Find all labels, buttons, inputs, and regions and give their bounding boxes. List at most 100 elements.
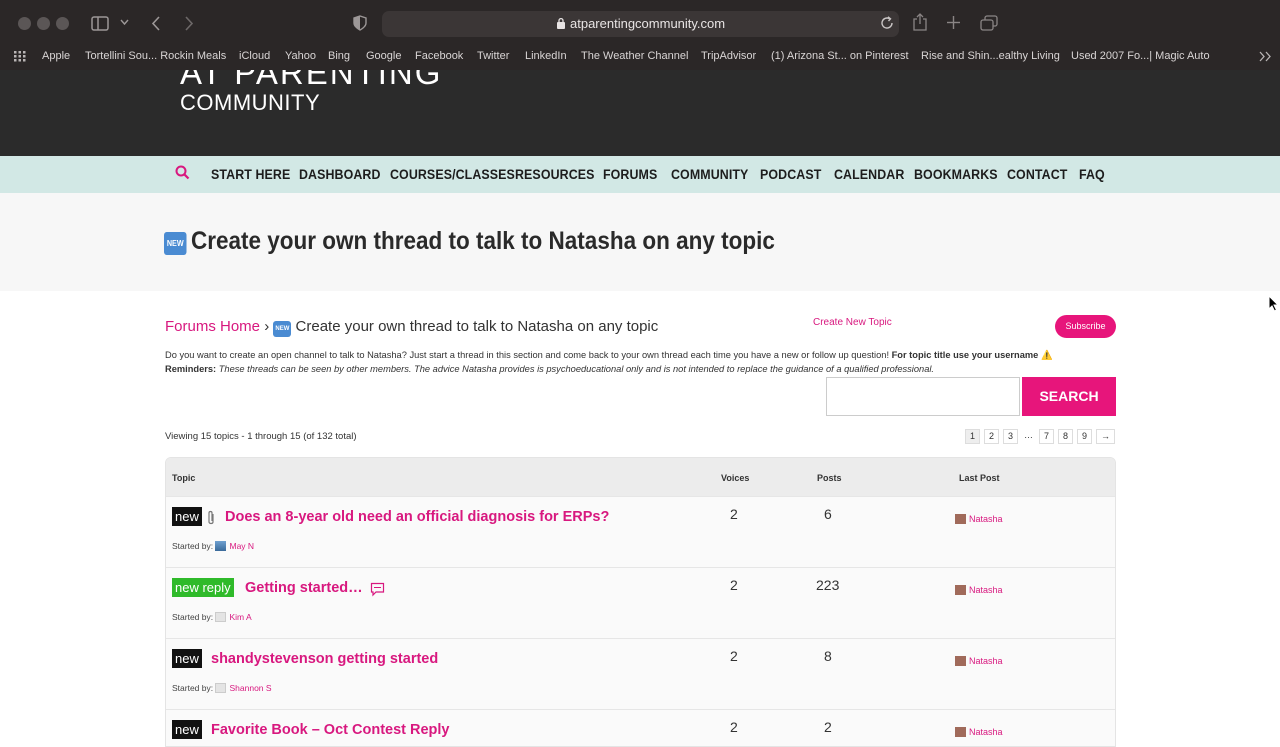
- avatar: [215, 683, 227, 693]
- back-arrow-icon[interactable]: [151, 16, 161, 31]
- page-7[interactable]: 7: [1039, 429, 1054, 444]
- site-logo-bottom[interactable]: COMMUNITY: [180, 90, 320, 116]
- share-icon[interactable]: [912, 13, 928, 31]
- breadcrumb-separator: ›: [264, 318, 270, 335]
- minimize-window-button[interactable]: [37, 17, 50, 30]
- bookmark-yahoo[interactable]: Yahoo: [285, 50, 316, 62]
- started-by: Started by: Kim A: [172, 612, 252, 622]
- header-voices: Voices: [721, 473, 750, 483]
- site-header: AT PARENTING COMMUNITY: [0, 70, 1280, 156]
- bookmark-icloud[interactable]: iCloud: [239, 50, 270, 62]
- page-9[interactable]: 9: [1077, 429, 1092, 444]
- zoom-window-button[interactable]: [56, 17, 69, 30]
- table-row[interactable]: new reply Getting started… Started by: K…: [166, 567, 1115, 638]
- nav-community[interactable]: COMMUNITY: [671, 167, 748, 182]
- breadcrumb-current: Create your own thread to talk to Natash…: [295, 318, 659, 335]
- new-badge: new: [172, 649, 202, 668]
- reload-icon[interactable]: [880, 16, 894, 30]
- posts-count: 223: [816, 577, 840, 593]
- topic-title-link[interactable]: Does an 8-year old need an official diag…: [225, 509, 609, 525]
- avatar: [215, 541, 227, 551]
- nav-resources[interactable]: RESOURCES: [515, 167, 595, 182]
- page-2[interactable]: 2: [984, 429, 999, 444]
- search-button[interactable]: SEARCH: [1022, 377, 1116, 416]
- nav-courses-classes[interactable]: COURSES/CLASSES: [390, 167, 515, 182]
- sidebar-icon[interactable]: [91, 16, 109, 31]
- bookmark-tortellini[interactable]: Tortellini Sou... Rockin Meals: [85, 50, 226, 62]
- topic-title-link[interactable]: shandystevenson getting started: [211, 651, 438, 667]
- table-header: Topic Voices Posts Last Post: [166, 458, 1115, 496]
- forward-arrow-icon[interactable]: [184, 16, 194, 31]
- table-row[interactable]: new shandystevenson getting started Star…: [166, 638, 1115, 709]
- nav-start-here[interactable]: START HERE: [211, 167, 290, 182]
- more-bookmarks-icon[interactable]: [1259, 51, 1272, 62]
- warning-icon: ⚠️: [1040, 350, 1053, 360]
- last-post-author-link[interactable]: Natasha: [969, 514, 1003, 524]
- last-post: Natasha: [955, 585, 1003, 595]
- description-bold: For topic title use your username: [891, 350, 1039, 360]
- create-new-topic-link[interactable]: Create New Topic: [813, 317, 892, 328]
- apps-grid-icon[interactable]: [14, 51, 26, 62]
- nav-contact[interactable]: CONTACT: [1007, 167, 1067, 182]
- bookmark-apple[interactable]: Apple: [42, 50, 70, 62]
- bookmark-healthy-living[interactable]: Rise and Shin...ealthy Living: [921, 50, 1060, 62]
- voices-count: 2: [730, 577, 738, 593]
- search-icon[interactable]: [175, 165, 190, 180]
- bookmark-twitter[interactable]: Twitter: [477, 50, 509, 62]
- tab-overview-icon[interactable]: [980, 15, 998, 31]
- paperclip-icon: [208, 510, 214, 525]
- topic-title-link[interactable]: Getting started…: [245, 580, 363, 596]
- topic-title-link[interactable]: Favorite Book – Oct Contest Reply: [211, 722, 450, 738]
- mouse-cursor-icon: [1268, 295, 1280, 312]
- site-logo-top[interactable]: AT PARENTING: [180, 70, 442, 92]
- url-text: atparentingcommunity.com: [570, 16, 726, 31]
- close-window-button[interactable]: [18, 17, 31, 30]
- bookmark-facebook[interactable]: Facebook: [415, 50, 463, 62]
- reminders-text: These threads can be seen by other membe…: [216, 364, 935, 374]
- bookmark-weather-channel[interactable]: The Weather Channel: [581, 50, 688, 62]
- description-text: Do you want to create an open channel to…: [165, 350, 892, 360]
- nav-bookmarks[interactable]: BOOKMARKS: [914, 167, 998, 182]
- bookmark-bing[interactable]: Bing: [328, 50, 350, 62]
- nav-dashboard[interactable]: DASHBOARD: [299, 167, 381, 182]
- chevron-down-icon[interactable]: [120, 19, 129, 26]
- nav-forums[interactable]: FORUMS: [603, 167, 657, 182]
- new-tab-icon[interactable]: [946, 15, 961, 30]
- author-link[interactable]: Shannon S: [229, 683, 271, 693]
- bookmark-tripadvisor[interactable]: TripAdvisor: [701, 50, 756, 62]
- bookmarks-bar: Apple Tortellini Sou... Rockin Meals iCl…: [0, 48, 1280, 66]
- author-link[interactable]: May N: [229, 541, 254, 551]
- voices-count: 2: [730, 506, 738, 522]
- last-post-author-link[interactable]: Natasha: [969, 727, 1003, 737]
- subscribe-button[interactable]: Subscribe: [1055, 315, 1116, 338]
- nav-calendar[interactable]: CALENDAR: [834, 167, 904, 182]
- author-link[interactable]: Kim A: [229, 612, 251, 622]
- page-1[interactable]: 1: [965, 429, 980, 444]
- bookmark-google[interactable]: Google: [366, 50, 401, 62]
- page-8[interactable]: 8: [1058, 429, 1073, 444]
- last-post-author-link[interactable]: Natasha: [969, 656, 1003, 666]
- new-emoji-icon: NEW: [164, 232, 187, 255]
- table-row[interactable]: new Does an 8-year old need an official …: [166, 496, 1115, 567]
- page-3[interactable]: 3: [1003, 429, 1018, 444]
- nav-faq[interactable]: FAQ: [1079, 167, 1105, 182]
- avatar: [955, 514, 966, 524]
- last-post-author-link[interactable]: Natasha: [969, 585, 1003, 595]
- page-title-text: Create your own thread to talk to Natash…: [191, 227, 775, 255]
- next-page[interactable]: →: [1096, 429, 1115, 444]
- forum-search-input[interactable]: [826, 377, 1020, 416]
- new-emoji-icon: NEW: [273, 321, 292, 337]
- posts-count: 6: [824, 506, 832, 522]
- nav-podcast[interactable]: PODCAST: [760, 167, 821, 182]
- bookmark-linkedin[interactable]: LinkedIn: [525, 50, 567, 62]
- posts-count: 2: [824, 719, 832, 735]
- bookmark-magic-auto[interactable]: Used 2007 Fo...| Magic Auto: [1071, 50, 1210, 62]
- started-by: Started by: Shannon S: [172, 683, 272, 693]
- bookmark-pinterest[interactable]: (1) Arizona St... on Pinterest: [771, 50, 909, 62]
- posts-count: 8: [824, 648, 832, 664]
- new-badge: new: [172, 507, 202, 526]
- table-row[interactable]: new Favorite Book – Oct Contest Reply 2 …: [166, 709, 1115, 746]
- breadcrumb-forums-home[interactable]: Forums Home: [165, 318, 260, 335]
- reminders-label: Reminders:: [165, 364, 217, 374]
- privacy-shield-icon[interactable]: [353, 15, 367, 31]
